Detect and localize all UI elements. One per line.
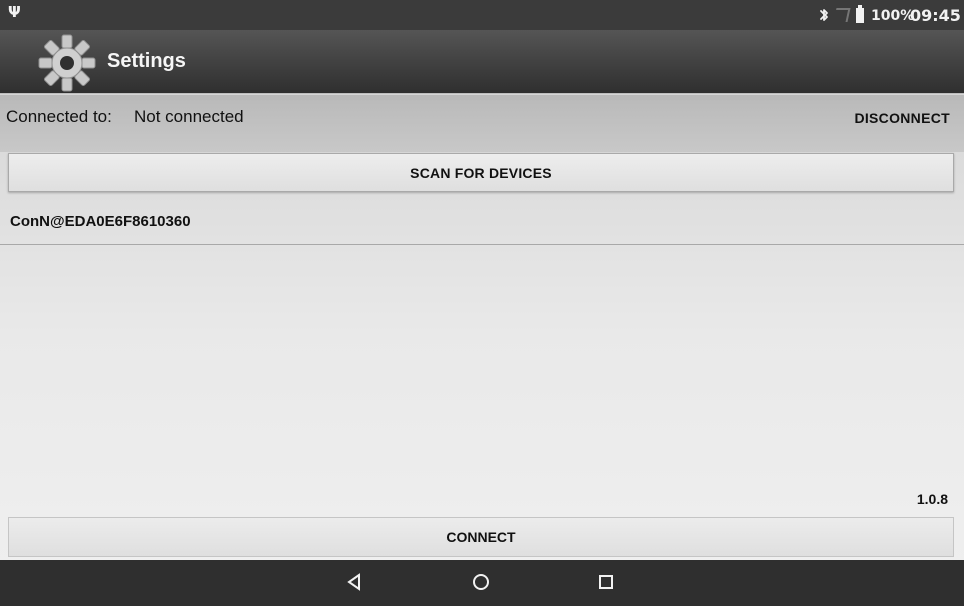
clock: 09:45	[910, 6, 961, 25]
app-toolbar: Settings	[0, 30, 964, 94]
bluetooth-icon	[820, 9, 828, 21]
version-label: 1.0.8	[916, 491, 948, 507]
battery-icon	[856, 5, 864, 23]
home-icon[interactable]	[470, 571, 492, 593]
device-list: ConN@EDA0E6F8610360	[0, 201, 964, 245]
connection-label: Connected to:	[6, 107, 112, 126]
device-list-item[interactable]: ConN@EDA0E6F8610360	[0, 201, 964, 245]
back-icon[interactable]	[343, 571, 365, 593]
battery-level: 100%	[871, 8, 915, 24]
connect-button[interactable]: CONNECT	[8, 517, 954, 557]
recents-icon[interactable]	[595, 571, 617, 593]
connection-status: Not connected	[134, 107, 244, 126]
usb-icon: Ψ	[8, 3, 21, 21]
navigation-bar	[0, 560, 964, 606]
signal-icon	[833, 8, 851, 22]
disconnect-button[interactable]: DISCONNECT	[854, 110, 950, 126]
device-name: ConN@EDA0E6F8610360	[10, 213, 191, 230]
gear-icon	[38, 34, 96, 92]
settings-screen: Ψ 100% 09:45 Settings Connected to: Not …	[0, 0, 964, 606]
connection-status-row: Connected to: Not connected DISCONNECT	[0, 95, 964, 152]
page-title: Settings	[107, 50, 186, 72]
status-bar: Ψ 100% 09:45	[0, 0, 964, 30]
scan-for-devices-button[interactable]: SCAN FOR DEVICES	[8, 153, 954, 192]
